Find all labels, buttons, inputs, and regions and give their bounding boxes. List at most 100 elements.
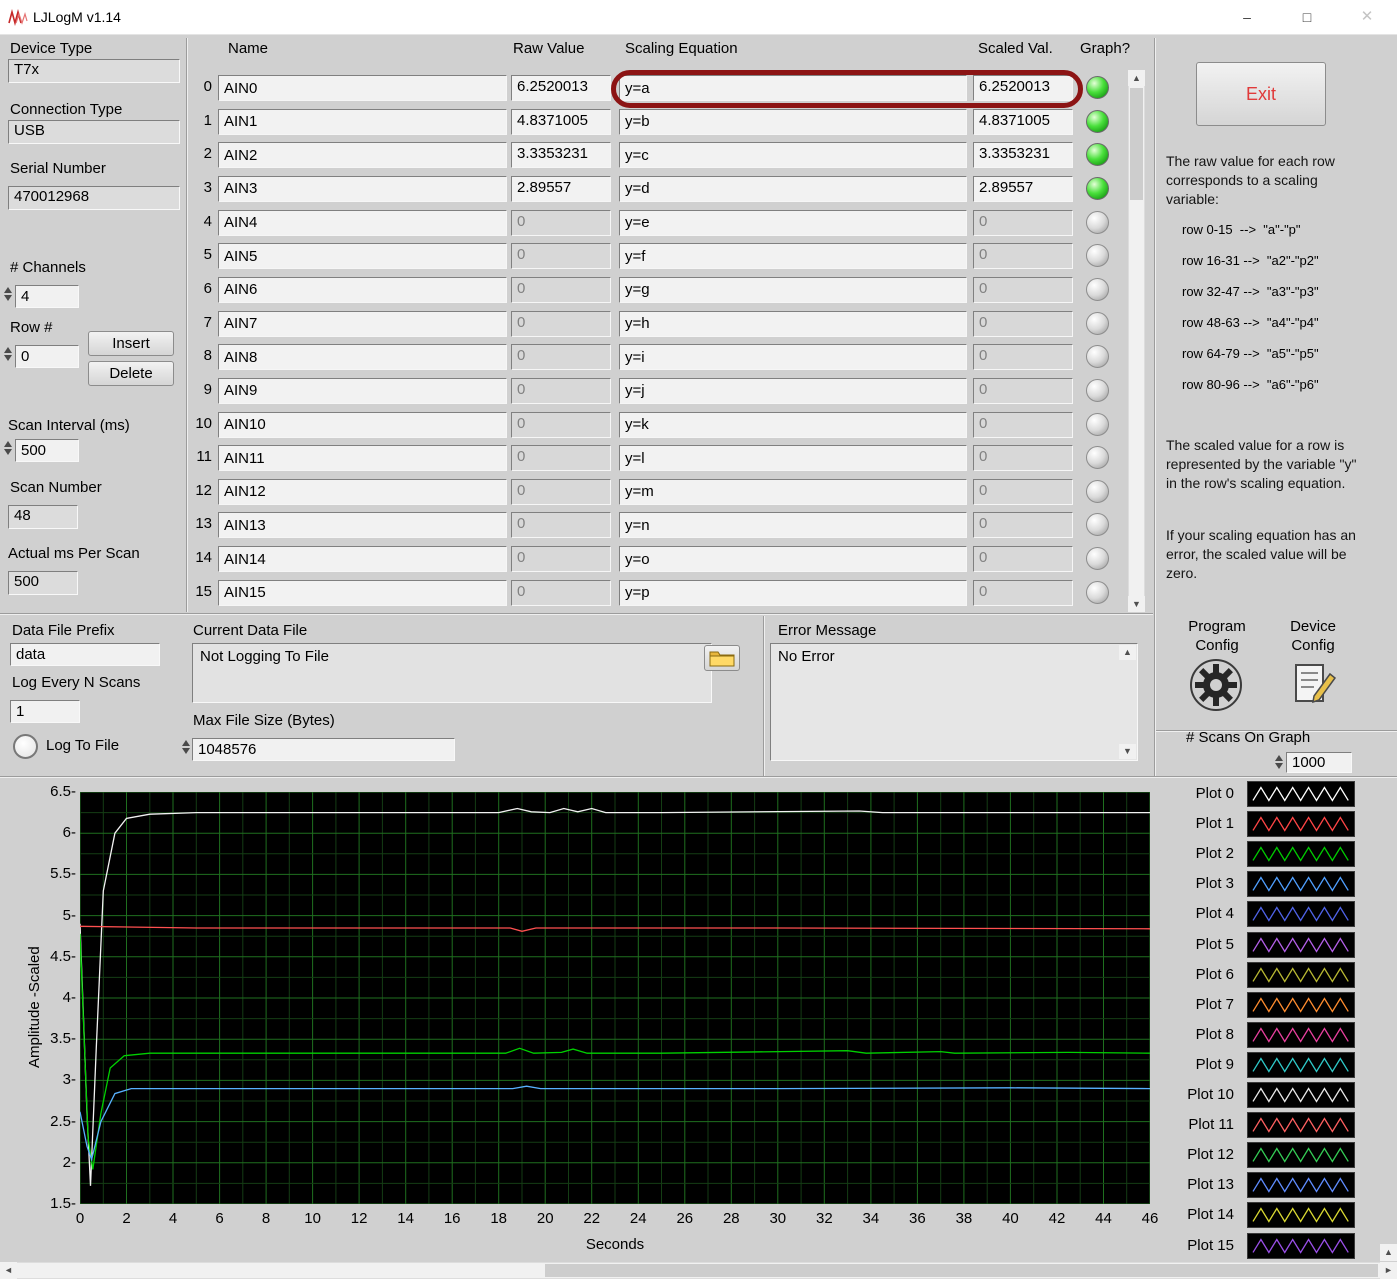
graph-led[interactable]: [1086, 76, 1109, 99]
channel-name-input[interactable]: [218, 109, 507, 135]
channel-name-input[interactable]: [218, 75, 507, 101]
channel-name-input[interactable]: [218, 142, 507, 168]
raw-value: 6.2520013: [511, 75, 611, 101]
channel-name-input[interactable]: [218, 546, 507, 572]
scaling-equation-input[interactable]: [619, 445, 967, 471]
graph-led[interactable]: [1086, 143, 1109, 166]
graph-led[interactable]: [1086, 581, 1109, 604]
scaling-equation-input[interactable]: [619, 277, 967, 303]
scaling-equation-input[interactable]: [619, 109, 967, 135]
scroll-up-icon[interactable]: ▲: [1119, 645, 1136, 660]
graph-led[interactable]: [1086, 446, 1109, 469]
horizontal-scrollbar-thumb[interactable]: [545, 1264, 1378, 1277]
scaling-equation-input[interactable]: [619, 546, 967, 572]
legend-plot-thumbnail[interactable]: [1247, 811, 1355, 837]
max-file-size-stepper[interactable]: [179, 740, 192, 754]
channel-name-input[interactable]: [218, 344, 507, 370]
log-every-n-input[interactable]: [10, 700, 80, 723]
scaling-equation-input[interactable]: [619, 311, 967, 337]
channel-name-input[interactable]: [218, 176, 507, 202]
max-file-size-input[interactable]: [192, 738, 455, 761]
channel-name-input[interactable]: [218, 580, 507, 606]
legend-plot-thumbnail[interactable]: [1247, 901, 1355, 927]
graph-led[interactable]: [1086, 547, 1109, 570]
log-to-file-radio[interactable]: [13, 734, 38, 759]
y-tick-label: 3.5-: [30, 1030, 76, 1047]
channel-name-input[interactable]: [218, 445, 507, 471]
minimize-button[interactable]: –: [1224, 0, 1270, 35]
program-config-button[interactable]: [1189, 658, 1243, 717]
legend-plot-thumbnail[interactable]: [1247, 781, 1355, 807]
x-tick-label: 2: [112, 1210, 142, 1227]
scaling-equation-input[interactable]: [619, 580, 967, 606]
scroll-up-icon[interactable]: ▲: [1128, 70, 1145, 86]
graph-led[interactable]: [1086, 278, 1109, 301]
scaled-value: 0: [973, 344, 1073, 370]
legend-plot-thumbnail[interactable]: [1247, 1142, 1355, 1168]
row-index: 2: [190, 145, 212, 162]
scaling-equation-input[interactable]: [619, 479, 967, 505]
channel-name-input[interactable]: [218, 378, 507, 404]
table-scrollbar-thumb[interactable]: [1130, 88, 1143, 200]
maximize-button[interactable]: □: [1284, 0, 1330, 35]
scans-on-graph-stepper[interactable]: [1272, 755, 1285, 769]
channel-name-input[interactable]: [218, 277, 507, 303]
scroll-up-icon[interactable]: ▲: [1380, 1244, 1397, 1261]
row-index: 9: [190, 381, 212, 398]
legend-plot-thumbnail[interactable]: [1247, 1052, 1355, 1078]
legend-plot-thumbnail[interactable]: [1247, 871, 1355, 897]
scaling-equation-input[interactable]: [619, 243, 967, 269]
legend-plot-label: Plot 3: [1160, 871, 1234, 897]
graph-led[interactable]: [1086, 513, 1109, 536]
graph-led[interactable]: [1086, 413, 1109, 436]
scans-on-graph-input[interactable]: [1286, 752, 1352, 773]
legend-plot-thumbnail[interactable]: [1247, 841, 1355, 867]
raw-value: 0: [511, 546, 611, 572]
scroll-down-icon[interactable]: ▼: [1119, 744, 1136, 759]
device-config-button[interactable]: [1288, 660, 1338, 713]
legend-plot-thumbnail[interactable]: [1247, 1233, 1355, 1259]
channel-name-input[interactable]: [218, 311, 507, 337]
legend-plot-thumbnail[interactable]: [1247, 1202, 1355, 1228]
legend-plot-thumbnail[interactable]: [1247, 1082, 1355, 1108]
legend-plot-thumbnail[interactable]: [1247, 962, 1355, 988]
legend-plot-thumbnail[interactable]: [1247, 1112, 1355, 1138]
legend-plot-thumbnail[interactable]: [1247, 1172, 1355, 1198]
graph-led[interactable]: [1086, 110, 1109, 133]
scaling-equation-input[interactable]: [619, 412, 967, 438]
scroll-right-icon[interactable]: ►: [1380, 1262, 1397, 1279]
exit-button[interactable]: Exit: [1196, 62, 1326, 126]
graph-led[interactable]: [1086, 345, 1109, 368]
graph-led[interactable]: [1086, 244, 1109, 267]
scaling-equation-input[interactable]: [619, 512, 967, 538]
row-index: 5: [190, 246, 212, 263]
channel-name-input[interactable]: [218, 243, 507, 269]
graph-led[interactable]: [1086, 312, 1109, 335]
row-index: 8: [190, 347, 212, 364]
scaling-equation-input[interactable]: [619, 75, 967, 101]
legend-plot-label: Plot 2: [1160, 841, 1234, 867]
graph-led[interactable]: [1086, 211, 1109, 234]
channel-name-input[interactable]: [218, 479, 507, 505]
graph-led[interactable]: [1086, 480, 1109, 503]
legend-plot-thumbnail[interactable]: [1247, 932, 1355, 958]
legend-plot-label: Plot 11: [1160, 1112, 1234, 1138]
scaling-equation-input[interactable]: [619, 176, 967, 202]
browse-folder-button[interactable]: [704, 645, 740, 671]
scroll-down-icon[interactable]: ▼: [1128, 596, 1145, 612]
graph-led[interactable]: [1086, 177, 1109, 200]
scaling-equation-input[interactable]: [619, 378, 967, 404]
legend-plot-thumbnail[interactable]: [1247, 1022, 1355, 1048]
close-button[interactable]: ✕: [1344, 0, 1390, 35]
channel-name-input[interactable]: [218, 210, 507, 236]
graph-led[interactable]: [1086, 379, 1109, 402]
channel-name-input[interactable]: [218, 512, 507, 538]
graph-plot: [80, 792, 1150, 1204]
scaling-equation-input[interactable]: [619, 142, 967, 168]
scaling-equation-input[interactable]: [619, 344, 967, 370]
scaling-equation-input[interactable]: [619, 210, 967, 236]
scroll-left-icon[interactable]: ◄: [0, 1262, 17, 1279]
legend-plot-thumbnail[interactable]: [1247, 992, 1355, 1018]
data-file-prefix-input[interactable]: [10, 643, 160, 666]
channel-name-input[interactable]: [218, 412, 507, 438]
